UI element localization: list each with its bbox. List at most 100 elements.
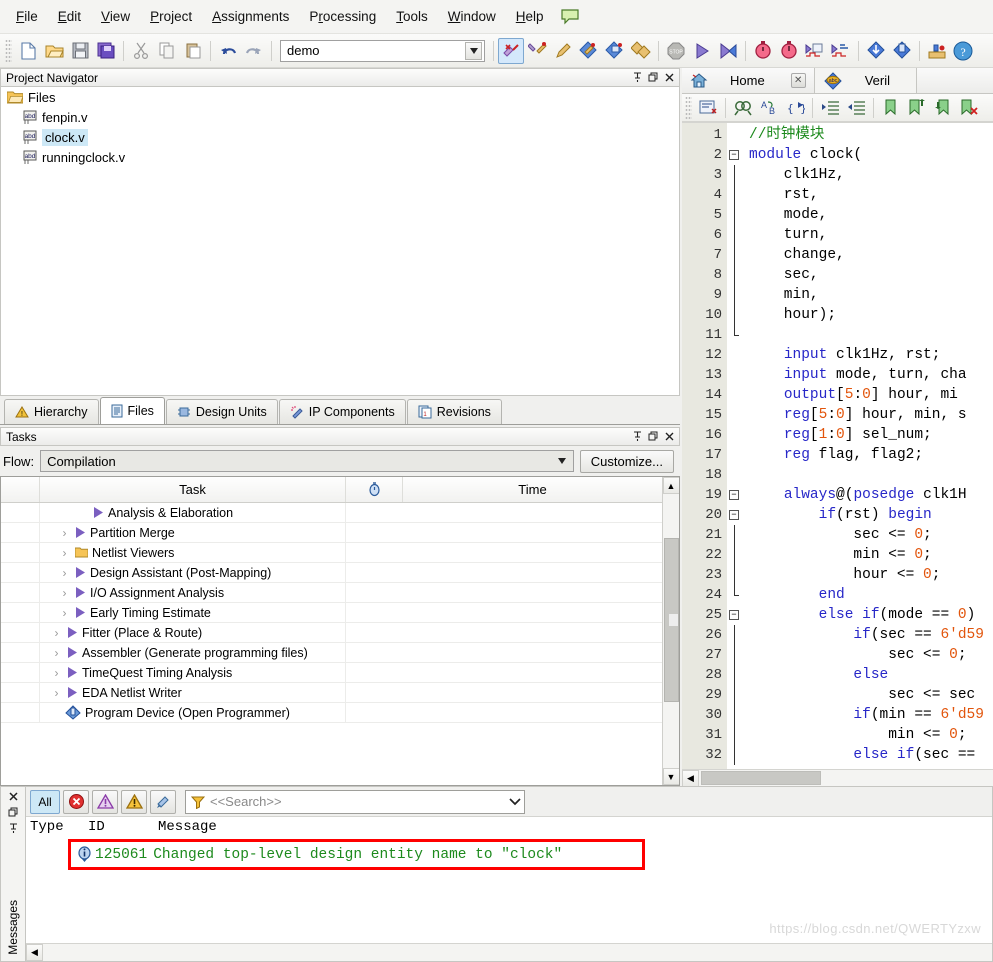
scroll-track[interactable] — [43, 944, 992, 961]
start-icon[interactable] — [689, 38, 715, 64]
bookmark-icon[interactable] — [878, 95, 904, 121]
run-arrow-icon[interactable] — [93, 507, 104, 518]
scroll-thumb[interactable] — [701, 770, 821, 785]
speech-balloon-icon[interactable] — [560, 8, 580, 25]
clock-icon[interactable] — [346, 477, 403, 502]
code-line[interactable]: min, — [749, 285, 993, 305]
code-line[interactable]: else if(mode == 0) — [749, 605, 993, 625]
tab-hierarchy[interactable]: ! Hierarchy — [4, 399, 99, 424]
close-icon[interactable] — [663, 430, 676, 443]
tab-ip-components[interactable]: IP Components — [278, 399, 406, 424]
start-analysis-icon[interactable] — [715, 38, 741, 64]
table-row[interactable]: › EDA Netlist Writer — [1, 683, 662, 703]
code-line[interactable]: if(rst) begin — [749, 505, 993, 525]
tasks-vertical-scrollbar[interactable]: ▲ ▼ — [662, 477, 679, 785]
redo-icon[interactable] — [241, 38, 267, 64]
code-line[interactable]: min <= 0; — [749, 725, 993, 745]
task-cell[interactable]: › I/O Assignment Analysis — [40, 583, 346, 602]
code-line[interactable]: rst, — [749, 185, 993, 205]
programmer-icon[interactable] — [628, 38, 654, 64]
timequest-icon[interactable] — [776, 38, 802, 64]
filter-all-button[interactable]: All — [30, 789, 60, 814]
task-cell[interactable]: › Early Timing Estimate — [40, 603, 346, 622]
code-editor[interactable]: 1 2 3 4 5 6 7 8 9 10 11 12 13 14 15 16 17 18 19 20 21 22 23 24 2… — [682, 122, 993, 786]
column-id[interactable]: ID — [88, 819, 158, 835]
find-icon[interactable] — [730, 95, 756, 121]
replace-icon[interactable]: AB — [756, 95, 782, 121]
code-line[interactable]: if(sec == 6'd59 — [749, 625, 993, 645]
pin-planner-icon[interactable] — [550, 38, 576, 64]
search-input[interactable]: <<Search>> — [185, 789, 525, 814]
menu-file[interactable]: File — [6, 5, 48, 28]
scroll-up-button[interactable]: ▲ — [662, 477, 679, 494]
in-system-sources-icon[interactable] — [828, 38, 854, 64]
open-file-icon[interactable] — [41, 38, 67, 64]
flow-combo[interactable]: Compilation — [40, 450, 574, 472]
tab-design-units[interactable]: Design Units — [165, 399, 278, 424]
filter-critical-warning-icon[interactable] — [92, 789, 118, 814]
code-line[interactable]: reg[1:0] sel_num; — [749, 425, 993, 445]
table-row[interactable]: › Analysis & Elaboration — [1, 503, 662, 523]
save-all-icon[interactable] — [93, 38, 119, 64]
chevron-down-icon[interactable] — [465, 41, 482, 60]
menu-tools[interactable]: Tools — [386, 5, 438, 28]
fold-collapse-icon[interactable]: − — [729, 610, 739, 620]
code-line[interactable]: sec <= sec — [749, 685, 993, 705]
chevron-right-icon[interactable]: › — [58, 546, 71, 560]
fold-collapse-icon[interactable]: − — [729, 150, 739, 160]
tab-revisions[interactable]: 1 Revisions — [406, 399, 502, 424]
list-item[interactable]: abd clock.v — [1, 127, 679, 147]
signaltap-icon[interactable] — [802, 38, 828, 64]
table-row[interactable]: › I/O Assignment Analysis — [1, 583, 662, 603]
code-line[interactable]: input mode, turn, cha — [749, 365, 993, 385]
task-cell[interactable]: › Program Device (Open Programmer) — [40, 703, 346, 722]
code-line[interactable] — [749, 325, 993, 345]
restore-icon[interactable] — [647, 71, 660, 84]
chevron-right-icon[interactable]: › — [58, 586, 71, 600]
run-arrow-icon[interactable] — [67, 667, 78, 678]
stop-icon[interactable]: STOP — [663, 38, 689, 64]
analysis-synthesis-icon[interactable] — [524, 38, 550, 64]
menu-window[interactable]: Window — [438, 5, 506, 28]
chevron-right-icon[interactable]: › — [50, 626, 63, 640]
undo-icon[interactable] — [215, 38, 241, 64]
timing-analyzer-icon[interactable] — [750, 38, 776, 64]
code-line[interactable]: mode, — [749, 205, 993, 225]
task-cell[interactable]: › Partition Merge — [40, 523, 346, 542]
column-message[interactable]: Message — [158, 819, 992, 835]
restore-icon[interactable] — [7, 806, 20, 819]
code-line[interactable]: turn, — [749, 225, 993, 245]
list-item[interactable]: abd fenpin.v — [1, 107, 679, 127]
code-line[interactable]: if(min == 6'd59 — [749, 705, 993, 725]
table-row[interactable]: › Assembler (Generate programming files) — [1, 643, 662, 663]
pin-icon[interactable] — [631, 71, 644, 84]
toolbar-grip[interactable] — [5, 38, 12, 63]
copy-icon[interactable] — [154, 38, 180, 64]
compile-design-icon[interactable] — [576, 38, 602, 64]
task-cell[interactable]: › EDA Netlist Writer — [40, 683, 346, 702]
code-line[interactable]: else if(sec == — [749, 745, 993, 765]
insert-template-icon[interactable] — [695, 95, 721, 121]
code-line[interactable]: clk1Hz, — [749, 165, 993, 185]
fold-collapse-icon[interactable]: − — [729, 510, 739, 520]
task-cell[interactable]: › Design Assistant (Post-Mapping) — [40, 563, 346, 582]
scroll-thumb[interactable] — [663, 538, 679, 702]
code-line[interactable]: reg[5:0] hour, min, s — [749, 405, 993, 425]
goto-icon[interactable]: { } — [782, 95, 808, 121]
menu-processing[interactable]: Processing — [299, 5, 386, 28]
tree-root-files[interactable]: Files — [1, 87, 679, 107]
restore-icon[interactable] — [647, 430, 660, 443]
code-line[interactable]: always@(posedge clk1H — [749, 485, 993, 505]
filter-info-icon[interactable] — [150, 789, 176, 814]
save-icon[interactable] — [67, 38, 93, 64]
paste-icon[interactable] — [180, 38, 206, 64]
assignment-editor-icon[interactable] — [924, 38, 950, 64]
customize-button[interactable]: Customize... — [579, 449, 674, 473]
task-cell[interactable]: › TimeQuest Timing Analysis — [40, 663, 346, 682]
task-cell[interactable]: › Analysis & Elaboration — [40, 503, 346, 522]
menu-help[interactable]: Help — [506, 5, 554, 28]
toolbar-grip[interactable] — [685, 95, 692, 120]
table-row[interactable]: › Partition Merge — [1, 523, 662, 543]
list-item[interactable]: abd runningclock.v — [1, 147, 679, 167]
code-line[interactable]: min <= 0; — [749, 545, 993, 565]
